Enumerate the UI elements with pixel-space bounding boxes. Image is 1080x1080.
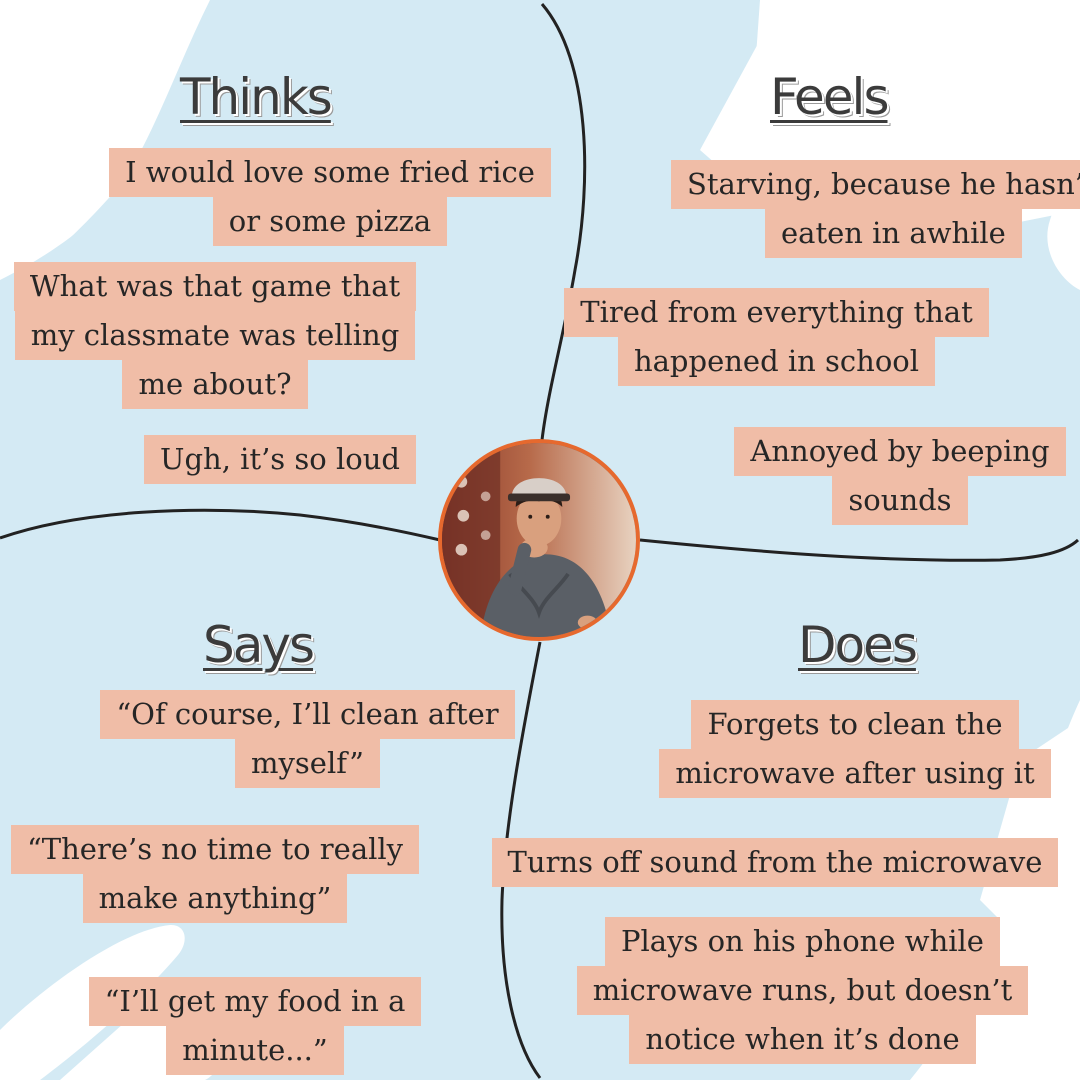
says-note-3: “I’ll get my food in a minute...” xyxy=(75,977,435,1075)
does-note-3: Plays on his phone while microwave runs,… xyxy=(560,917,1045,1064)
note-line: eaten in awhile xyxy=(765,209,1022,258)
note-line: Ugh, it’s so loud xyxy=(144,435,416,484)
background-streak-2 xyxy=(920,0,1080,141)
says-note-2: “There’s no time to really make anything… xyxy=(0,825,430,923)
note-line: “I’ll get my food in a xyxy=(88,977,422,1026)
note-line: Annoyed by beeping xyxy=(734,427,1066,476)
does-note-1: Forgets to clean the microwave after usi… xyxy=(650,700,1060,798)
note-line: Starving, because he hasn’t xyxy=(671,160,1080,209)
does-note-2: Turns off sound from the microwave xyxy=(470,838,1080,887)
note-line: notice when it’s done xyxy=(629,1015,976,1064)
note-line: or some pizza xyxy=(212,197,448,246)
does-heading: Does xyxy=(798,616,918,674)
note-line: myself” xyxy=(235,739,380,788)
says-note-1: “Of course, I’ll clean after myself” xyxy=(85,690,530,788)
feels-heading: Feels xyxy=(770,68,889,126)
thinks-note-3: Ugh, it’s so loud xyxy=(130,435,430,484)
note-line: Tired from everything that xyxy=(564,288,989,337)
note-line: Plays on his phone while xyxy=(605,917,1000,966)
persona-avatar xyxy=(438,439,640,641)
note-line: “Of course, I’ll clean after xyxy=(100,690,515,739)
note-line: sounds xyxy=(832,476,968,525)
feels-note-3: Annoyed by beeping sounds xyxy=(725,427,1075,525)
feels-note-2: Tired from everything that happened in s… xyxy=(554,288,999,386)
note-line: me about? xyxy=(122,360,308,409)
note-line: Forgets to clean the xyxy=(691,700,1019,749)
empathy-map: Thinks Feels Says Does I would love some… xyxy=(0,0,1080,1080)
persona-photo xyxy=(442,443,636,637)
note-line: happened in school xyxy=(617,337,936,386)
thinks-heading: Thinks xyxy=(180,68,333,126)
note-line: minute...” xyxy=(166,1026,344,1075)
note-line: microwave after using it xyxy=(659,749,1051,798)
note-line: microwave runs, but doesn’t xyxy=(576,966,1029,1015)
says-heading: Says xyxy=(203,616,315,674)
note-line: I would love some fried rice xyxy=(109,148,551,197)
note-line: Turns off sound from the microwave xyxy=(491,838,1059,887)
note-line: What was that game that xyxy=(13,262,417,311)
note-line: make anything” xyxy=(82,874,348,923)
thinks-note-1: I would love some fried rice or some piz… xyxy=(100,148,560,246)
note-line: my classmate was telling xyxy=(14,311,416,360)
note-line: “There’s no time to really xyxy=(10,825,420,874)
thinks-note-2: What was that game that my classmate was… xyxy=(0,262,430,409)
feels-note-1: Starving, because he hasn’t eaten in awh… xyxy=(665,160,1080,258)
